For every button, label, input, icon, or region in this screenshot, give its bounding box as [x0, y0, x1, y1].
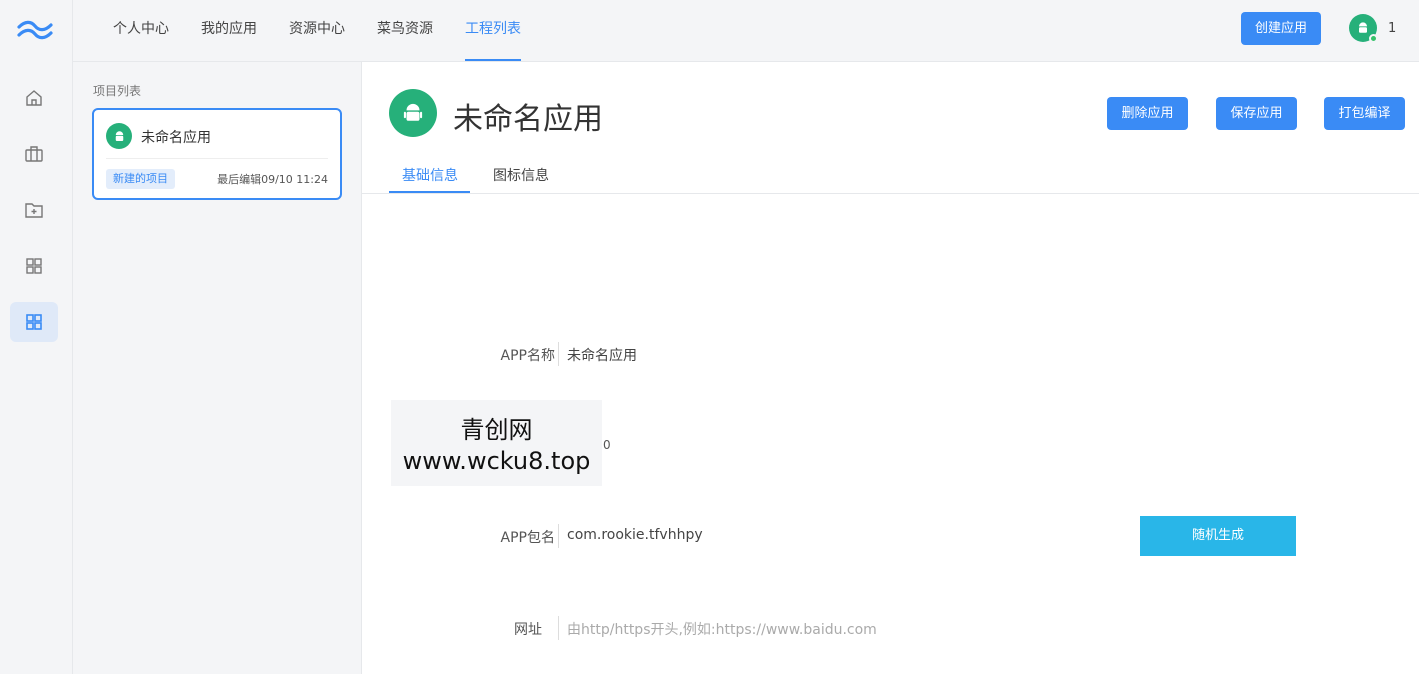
nav-personal-center[interactable]: 个人中心 — [113, 0, 169, 62]
url-input[interactable]: 由http/https开头,例如:https://www.baidu.com — [567, 619, 877, 639]
project-name: 未命名应用 — [141, 130, 211, 146]
status-badge: 新建的项目 — [106, 169, 175, 189]
active-tab-indicator — [389, 191, 470, 193]
package-label: APP包名 — [500, 530, 555, 546]
field-divider — [558, 342, 559, 366]
package-field[interactable]: com.rookie.tfvhhpy — [567, 527, 703, 543]
project-list-panel: 项目列表 未命名应用 新建的项目 最后编辑09/10 11:24 — [73, 62, 362, 674]
field-divider — [558, 616, 559, 640]
watermark-line2: www.wcku8.top — [402, 447, 591, 475]
watermark: 青创网 www.wcku8.top — [391, 400, 602, 486]
tab-bar: 基础信息 图标信息 — [362, 157, 1419, 194]
create-app-button[interactable]: 创建应用 — [1241, 12, 1321, 45]
tab-icon-info[interactable]: 图标信息 — [493, 165, 549, 185]
last-edited-time: 最后编辑09/10 11:24 — [217, 173, 328, 186]
url-label: 网址 — [514, 622, 542, 638]
app-name-field[interactable]: 未命名应用 — [567, 345, 637, 365]
left-icon-rail — [0, 0, 73, 674]
briefcase-icon[interactable] — [10, 134, 58, 174]
logo-icon[interactable] — [17, 18, 53, 42]
top-bar: 个人中心 我的应用 资源中心 菜鸟资源 工程列表 创建应用 1 — [73, 0, 1419, 62]
nav-resource-center[interactable]: 资源中心 — [289, 0, 345, 62]
grid-icon[interactable] — [10, 246, 58, 286]
field-divider — [558, 524, 559, 548]
main-content: 未命名应用 删除应用 保存应用 打包编译 基础信息 图标信息 APP名称 未命名… — [362, 62, 1419, 674]
folder-add-icon[interactable] — [10, 190, 58, 230]
user-menu[interactable]: 1 — [1349, 14, 1397, 43]
android-icon — [1359, 22, 1367, 33]
card-divider — [106, 158, 328, 159]
notification-count: 1 — [1388, 20, 1397, 36]
tab-basic-info[interactable]: 基础信息 — [402, 165, 458, 185]
app-name-label: APP名称 — [500, 348, 555, 364]
nav-my-apps[interactable]: 我的应用 — [201, 0, 257, 62]
version-value: 0 — [603, 438, 611, 452]
delete-app-button[interactable]: 删除应用 — [1107, 97, 1188, 130]
avatar[interactable] — [1349, 14, 1378, 43]
build-app-button[interactable]: 打包编译 — [1324, 97, 1405, 130]
grid-active-icon[interactable] — [10, 302, 58, 342]
home-icon[interactable] — [10, 78, 58, 118]
nav-project-list[interactable]: 工程列表 — [465, 0, 521, 62]
project-list-label: 项目列表 — [93, 84, 142, 98]
android-icon — [389, 89, 437, 137]
project-card[interactable]: 未命名应用 新建的项目 最后编辑09/10 11:24 — [92, 108, 342, 200]
page-title: 未命名应用 — [453, 102, 603, 137]
random-generate-button[interactable]: 随机生成 — [1140, 516, 1296, 556]
watermark-line1: 青创网 — [460, 416, 533, 444]
nav-rookie-resources[interactable]: 菜鸟资源 — [377, 0, 433, 62]
android-icon — [106, 123, 132, 149]
top-nav: 个人中心 我的应用 资源中心 菜鸟资源 工程列表 — [73, 0, 521, 62]
save-app-button[interactable]: 保存应用 — [1216, 97, 1297, 130]
online-status-dot — [1369, 34, 1378, 43]
